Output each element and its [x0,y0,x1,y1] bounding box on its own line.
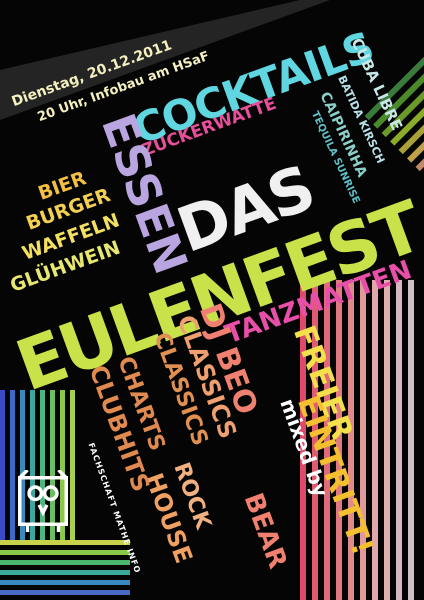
bottom-left-horizontal-stripes [0,540,130,595]
poster: Dienstag, 20.12.2011 20 Uhr, Infobau am … [0,0,424,600]
owl-logo [18,470,68,532]
